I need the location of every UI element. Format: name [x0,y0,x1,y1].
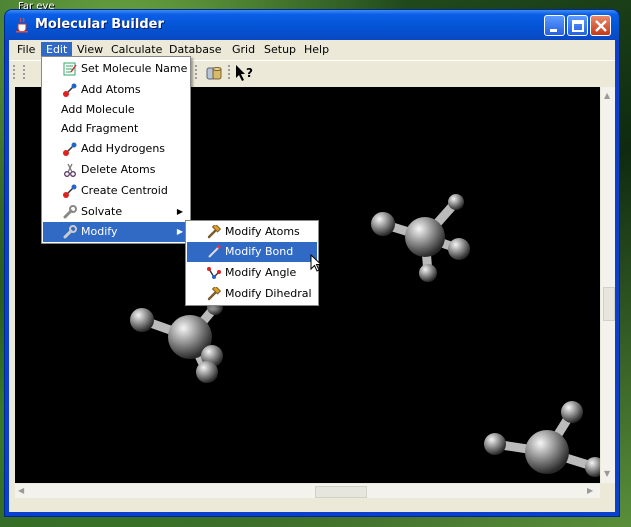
menu-item-add-hydrogens[interactable]: Add Hydrogens [43,139,189,159]
edit-menu-dropdown: Set Molecule Name Add Atoms Add Molecule… [41,56,191,244]
hammer-icon [207,287,221,301]
close-button[interactable] [590,15,611,36]
notepad-icon [63,62,77,76]
menu-item-solvate[interactable]: Solvate ▶ [43,202,189,222]
toolbar-grip[interactable] [228,65,230,81]
horizontal-scrollbar[interactable]: ◀ ▶ [15,484,600,498]
modify-submenu: Modify Atoms Modify Bond Modify Angle Mo… [185,220,319,306]
menu-item-modify-angle[interactable]: Modify Angle [187,263,317,283]
hammer-icon [207,225,221,239]
angle-icon [207,267,221,279]
wrench-icon [63,205,77,219]
scroll-right-icon[interactable]: ▶ [587,486,593,496]
context-help-icon[interactable]: ? [234,64,254,82]
horizontal-scroll-thumb[interactable] [315,486,367,498]
window-title: Molecular Builder [35,17,164,32]
molecule-1 [371,194,470,282]
menu-item-set-molecule-name[interactable]: Set Molecule Name [43,59,189,79]
atoms-icon [63,83,77,97]
minimize-button[interactable] [544,15,565,36]
menu-item-add-molecule[interactable]: Add Molecule [43,100,189,120]
atoms-icon [63,184,77,198]
vertical-scroll-thumb[interactable] [603,287,615,321]
wrench-icon [63,225,77,239]
menu-item-create-centroid[interactable]: Create Centroid [43,181,189,201]
menu-item-modify-bond[interactable]: Modify Bond [187,242,317,262]
menu-help[interactable]: Help [299,42,334,58]
close-icon [595,20,607,32]
scroll-down-icon[interactable]: ▼ [604,469,610,479]
minimize-icon [550,29,557,32]
maximize-button[interactable] [567,15,588,36]
maximize-icon [572,20,584,32]
bond-icon [208,245,221,258]
toolbar-grip[interactable] [23,65,25,81]
molecule-2 [130,299,223,383]
menu-grid[interactable]: Grid [227,42,260,58]
menu-file[interactable]: File [12,42,40,58]
atoms-icon [63,142,77,156]
title-bar[interactable]: Molecular Builder [5,10,619,40]
molecule-3 [484,401,600,477]
menu-item-modify-dihedral[interactable]: Modify Dihedral [187,284,317,304]
scroll-left-icon[interactable]: ◀ [18,486,24,496]
mouse-cursor-icon [310,254,322,272]
menu-setup[interactable]: Setup [259,42,301,58]
submenu-arrow-icon: ▶ [176,207,183,216]
submenu-arrow-icon: ▶ [176,227,183,236]
scroll-up-icon[interactable]: ▲ [604,91,610,101]
database-icon[interactable] [206,65,222,81]
vertical-scrollbar[interactable]: ▲ ▼ [601,87,615,483]
toolbar-grip[interactable] [13,65,15,81]
menu-item-modify[interactable]: Modify ▶ [43,222,189,242]
java-cup-icon [16,17,28,33]
menu-item-add-atoms[interactable]: Add Atoms [43,80,189,100]
menu-item-modify-atoms[interactable]: Modify Atoms [187,222,317,242]
help-question-mark: ? [246,66,253,80]
toolbar-grip[interactable] [195,65,197,81]
menu-item-delete-atoms[interactable]: Delete Atoms [43,160,189,180]
menu-item-add-fragment[interactable]: Add Fragment [43,119,189,139]
scissors-icon [64,163,76,177]
